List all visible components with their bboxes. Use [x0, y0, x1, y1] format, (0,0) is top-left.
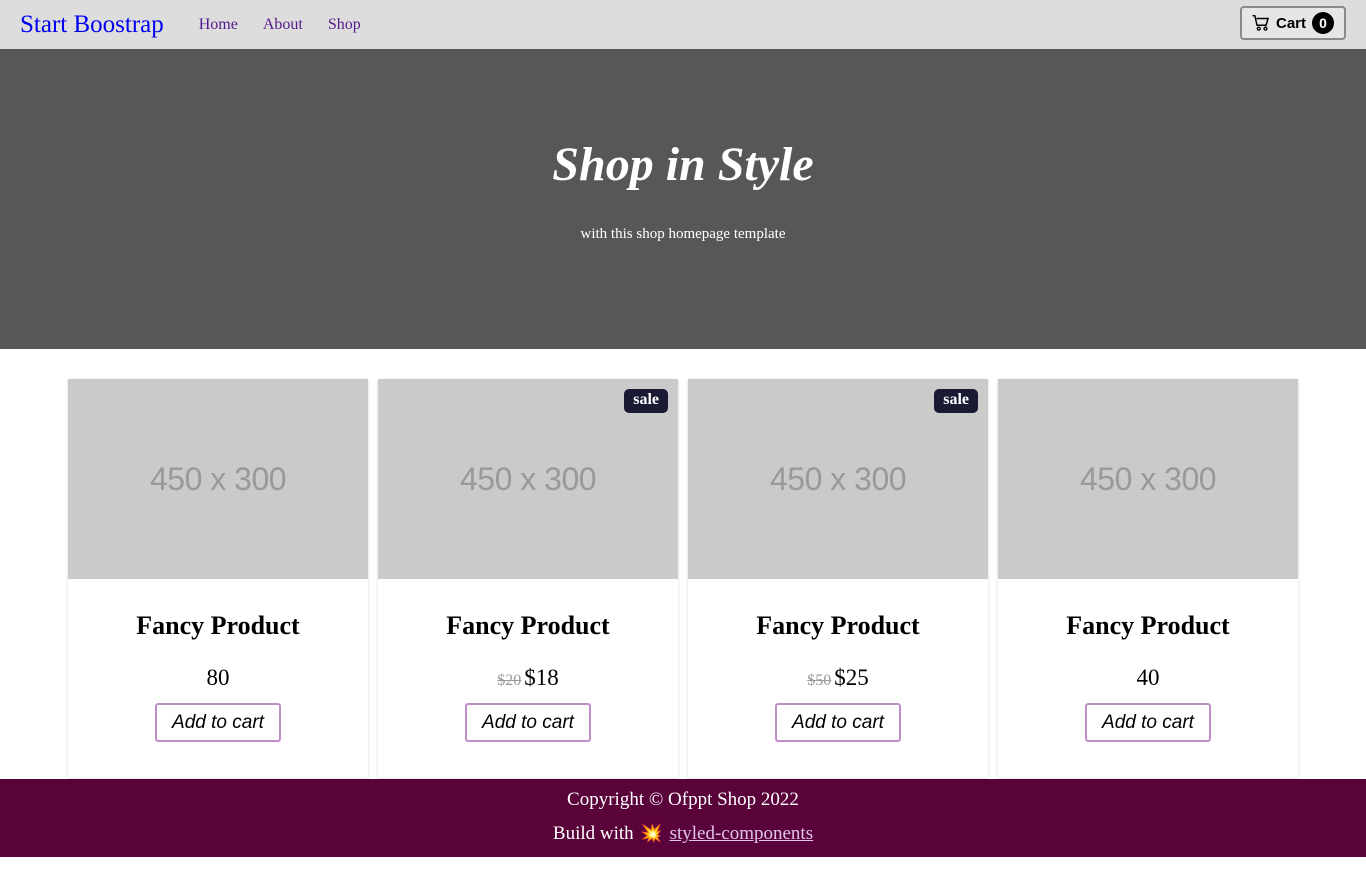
product-card-body: Fancy Product $20 $18 Add to cart — [378, 611, 678, 742]
product-price: $20 $18 — [378, 665, 678, 693]
current-price: 40 — [1136, 665, 1160, 690]
old-price: $20 — [497, 672, 522, 689]
current-price: 80 — [206, 665, 230, 690]
hero-section: Shop in Style with this shop homepage te… — [0, 49, 1366, 349]
cart-icon — [1252, 14, 1270, 31]
sale-badge: sale — [934, 389, 978, 413]
product-image-placeholder: 450 x 300 — [998, 379, 1298, 579]
product-title: Fancy Product — [446, 611, 610, 640]
product-price: $50 $25 — [688, 665, 988, 693]
cart-label: Cart — [1275, 14, 1306, 32]
cart-count-badge: 0 — [1312, 12, 1334, 34]
product-title: Fancy Product — [136, 611, 300, 640]
cart-button[interactable]: Cart 0 — [1239, 6, 1346, 40]
navbar: Start Boostrap Home About Shop Cart 0 — [0, 0, 1366, 49]
product-title: Fancy Product — [1066, 611, 1230, 640]
footer-built-with: Build with 💥 styled-components — [0, 823, 1366, 845]
old-price: $50 — [807, 672, 832, 689]
nav-links: Home About Shop — [186, 16, 373, 34]
footer: Copyright © Ofppt Shop 2022 Build with 💥… — [0, 779, 1366, 857]
product-card: 450 x 300 Fancy Product 40 Add to cart — [998, 379, 1298, 778]
product-card: 450 x 300 sale Fancy Product $20 $18 Add … — [378, 379, 678, 778]
product-grid: 450 x 300 Fancy Product 80 Add to cart 4… — [0, 349, 1366, 779]
current-price: $18 — [524, 665, 559, 690]
nav-link-about[interactable]: About — [263, 16, 303, 34]
sale-badge: sale — [624, 389, 668, 413]
hero-title: Shop in Style — [552, 138, 814, 191]
product-card-body: Fancy Product 40 Add to cart — [998, 611, 1298, 742]
add-to-cart-button[interactable]: Add to cart — [1085, 703, 1211, 742]
brand-link[interactable]: Start Boostrap — [20, 11, 164, 39]
add-to-cart-button[interactable]: Add to cart — [155, 703, 281, 742]
product-card: 450 x 300 Fancy Product 80 Add to cart — [68, 379, 368, 778]
product-card-body: Fancy Product 80 Add to cart — [68, 611, 368, 742]
current-price: $25 — [834, 665, 869, 690]
built-with-label: Build with — [552, 823, 634, 844]
add-to-cart-button[interactable]: Add to cart — [775, 703, 901, 742]
product-price: 80 — [68, 665, 368, 693]
product-card: 450 x 300 sale Fancy Product $50 $25 Add … — [688, 379, 988, 778]
footer-copyright: Copyright © Ofppt Shop 2022 — [567, 789, 799, 810]
product-title: Fancy Product — [756, 611, 920, 640]
styled-components-link[interactable]: styled-components — [670, 823, 814, 844]
nav-link-home[interactable]: Home — [199, 16, 238, 34]
explosion-icon: 💥 — [640, 823, 663, 843]
product-card-body: Fancy Product $50 $25 Add to cart — [688, 611, 988, 742]
product-image-placeholder: 450 x 300 — [68, 379, 368, 579]
hero-subtitle: with this shop homepage template — [580, 226, 786, 242]
nav-link-shop[interactable]: Shop — [328, 16, 361, 34]
add-to-cart-button[interactable]: Add to cart — [465, 703, 591, 742]
product-price: 40 — [998, 665, 1298, 693]
